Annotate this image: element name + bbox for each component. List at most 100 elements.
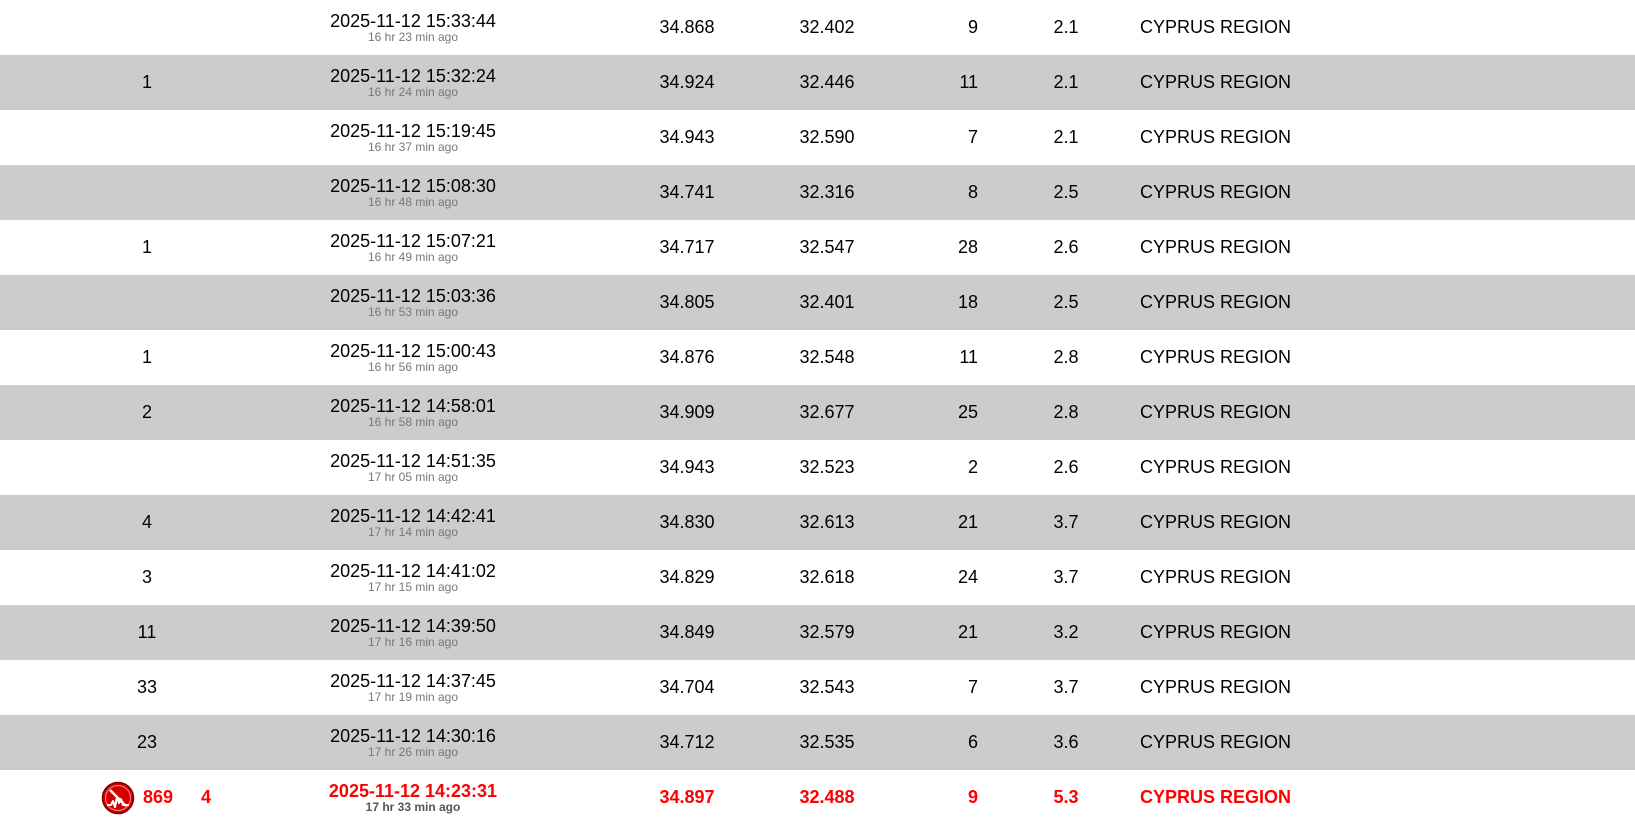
event-ago: 17 hr 05 min ago (367, 469, 459, 484)
event-ago: 17 hr 26 min ago (367, 744, 459, 759)
event-time[interactable]: 2025-11-12 14:41:02 17 hr 15 min ago (300, 550, 526, 605)
depth: 28 (957, 237, 978, 257)
table-row[interactable]: 11 2025-11-12 14:39:50 17 hr 16 min ago … (0, 605, 1635, 660)
event-datetime: 2025-11-12 14:30:16 (330, 725, 496, 746)
longitude: 32.316 (799, 182, 855, 202)
depth: 2 (967, 457, 978, 477)
longitude: 32.547 (799, 237, 855, 257)
latitude: 34.943 (659, 457, 715, 477)
table-row[interactable]: 1 2025-11-12 15:00:43 16 hr 56 min ago 3… (0, 330, 1635, 385)
table-row[interactable]: 33 2025-11-12 14:37:45 17 hr 19 min ago … (0, 660, 1635, 715)
region[interactable]: CYPRUS REGION (1140, 330, 1380, 385)
latitude: 34.943 (659, 127, 715, 147)
depth: 9 (967, 787, 978, 807)
felt-count (132, 0, 162, 55)
region[interactable]: CYPRUS REGION (1140, 605, 1380, 660)
event-time[interactable]: 2025-11-12 14:58:01 16 hr 58 min ago (300, 385, 526, 440)
region[interactable]: CYPRUS REGION (1140, 0, 1380, 55)
latitude: 34.849 (659, 622, 715, 642)
event-ago: 17 hr 15 min ago (367, 579, 459, 594)
table-row[interactable]: 2025-11-12 15:33:44 16 hr 23 min ago 34.… (0, 0, 1635, 55)
magnitude: 2.5 (1053, 182, 1079, 202)
region[interactable]: CYPRUS REGION (1140, 165, 1380, 220)
event-datetime: 2025-11-12 14:41:02 (330, 560, 496, 581)
table-row[interactable]: 2025-11-12 15:08:30 16 hr 48 min ago 34.… (0, 165, 1635, 220)
felt-count: 11 (137, 622, 157, 642)
report-count[interactable]: 869 (140, 770, 176, 822)
event-time[interactable]: 2025-11-12 14:30:16 17 hr 26 min ago (300, 715, 526, 770)
event-ago: 16 hr 23 min ago (367, 29, 459, 44)
latitude: 34.909 (659, 402, 715, 422)
region[interactable]: CYPRUS REGION (1140, 275, 1380, 330)
event-ago: 16 hr 37 min ago (367, 139, 459, 154)
depth: 6 (967, 732, 978, 752)
table-row[interactable]: 2025-11-12 15:19:45 16 hr 37 min ago 34.… (0, 110, 1635, 165)
table-row[interactable]: 2 2025-11-12 14:58:01 16 hr 58 min ago 3… (0, 385, 1635, 440)
event-time[interactable]: 2025-11-12 15:32:24 16 hr 24 min ago (300, 55, 526, 110)
region[interactable]: CYPRUS REGION (1140, 660, 1380, 715)
event-datetime: 2025-11-12 14:39:50 (330, 615, 496, 636)
magnitude: 3.2 (1053, 622, 1079, 642)
table-row-major-event[interactable]: 869 4 2025-11-12 14:23:31 17 hr 33 min a… (0, 770, 1635, 822)
latitude: 34.712 (659, 732, 715, 752)
depth: 11 (959, 72, 978, 92)
table-row[interactable]: 3 2025-11-12 14:41:02 17 hr 15 min ago 3… (0, 550, 1635, 605)
latitude: 34.805 (659, 292, 715, 312)
event-time[interactable]: 2025-11-12 15:00:43 16 hr 56 min ago (300, 330, 526, 385)
event-time[interactable]: 2025-11-12 14:51:35 17 hr 05 min ago (300, 440, 526, 495)
longitude: 32.402 (799, 17, 855, 37)
longitude: 32.590 (799, 127, 855, 147)
depth: 21 (957, 622, 978, 642)
longitude: 32.548 (799, 347, 855, 367)
region[interactable]: CYPRUS REGION (1140, 385, 1380, 440)
event-ago: 16 hr 49 min ago (367, 249, 459, 264)
region[interactable]: CYPRUS REGION (1140, 220, 1380, 275)
event-time[interactable]: 2025-11-12 14:37:45 17 hr 19 min ago (300, 660, 526, 715)
event-time[interactable]: 2025-11-12 14:42:41 17 hr 14 min ago (300, 495, 526, 550)
seismograph-icon[interactable] (100, 770, 136, 822)
event-datetime: 2025-11-12 15:03:36 (330, 285, 496, 306)
table-row[interactable]: 2025-11-12 14:51:35 17 hr 05 min ago 34.… (0, 440, 1635, 495)
region[interactable]: CYPRUS REGION (1140, 440, 1380, 495)
latitude: 34.897 (659, 787, 715, 807)
table-row[interactable]: 1 2025-11-12 15:32:24 16 hr 24 min ago 3… (0, 55, 1635, 110)
table-row[interactable]: 2025-11-12 15:03:36 16 hr 53 min ago 34.… (0, 275, 1635, 330)
felt-count (132, 165, 162, 220)
seismograph-icon-svg (101, 781, 135, 814)
region[interactable]: CYPRUS REGION (1140, 550, 1380, 605)
event-time[interactable]: 2025-11-12 15:33:44 16 hr 23 min ago (300, 0, 526, 55)
latitude: 34.924 (659, 72, 715, 92)
region[interactable]: CYPRUS REGION (1140, 770, 1380, 822)
event-datetime: 2025-11-12 14:23:31 (328, 780, 498, 801)
magnitude: 3.7 (1053, 567, 1079, 587)
event-datetime: 2025-11-12 15:19:45 (330, 120, 496, 141)
table-row[interactable]: 23 2025-11-12 14:30:16 17 hr 26 min ago … (0, 715, 1635, 770)
event-time[interactable]: 2025-11-12 15:08:30 16 hr 48 min ago (300, 165, 526, 220)
longitude: 32.523 (799, 457, 855, 477)
table-row[interactable]: 4 2025-11-12 14:42:41 17 hr 14 min ago 3… (0, 495, 1635, 550)
longitude: 32.535 (799, 732, 855, 752)
event-time[interactable]: 2025-11-12 15:03:36 16 hr 53 min ago (300, 275, 526, 330)
event-datetime: 2025-11-12 15:00:43 (330, 340, 496, 361)
region[interactable]: CYPRUS REGION (1140, 55, 1380, 110)
felt-count: 33 (136, 677, 158, 697)
longitude: 32.677 (799, 402, 855, 422)
longitude: 32.613 (799, 512, 855, 532)
longitude: 32.543 (799, 677, 855, 697)
region[interactable]: CYPRUS REGION (1140, 495, 1380, 550)
event-time[interactable]: 2025-11-12 14:23:31 17 hr 33 min ago (300, 770, 526, 822)
event-time[interactable]: 2025-11-12 15:07:21 16 hr 49 min ago (300, 220, 526, 275)
event-ago: 16 hr 48 min ago (367, 194, 459, 209)
magnitude: 2.8 (1053, 347, 1079, 367)
region[interactable]: CYPRUS REGION (1140, 110, 1380, 165)
magnitude: 3.7 (1053, 677, 1079, 697)
event-time[interactable]: 2025-11-12 15:19:45 16 hr 37 min ago (300, 110, 526, 165)
event-datetime: 2025-11-12 14:58:01 (330, 395, 496, 416)
longitude: 32.488 (799, 787, 855, 807)
event-datetime: 2025-11-12 15:08:30 (330, 175, 496, 196)
region[interactable]: CYPRUS REGION (1140, 715, 1380, 770)
magnitude: 2.6 (1053, 237, 1079, 257)
event-time[interactable]: 2025-11-12 14:39:50 17 hr 16 min ago (300, 605, 526, 660)
event-ago: 17 hr 33 min ago (365, 799, 461, 814)
table-row[interactable]: 1 2025-11-12 15:07:21 16 hr 49 min ago 3… (0, 220, 1635, 275)
